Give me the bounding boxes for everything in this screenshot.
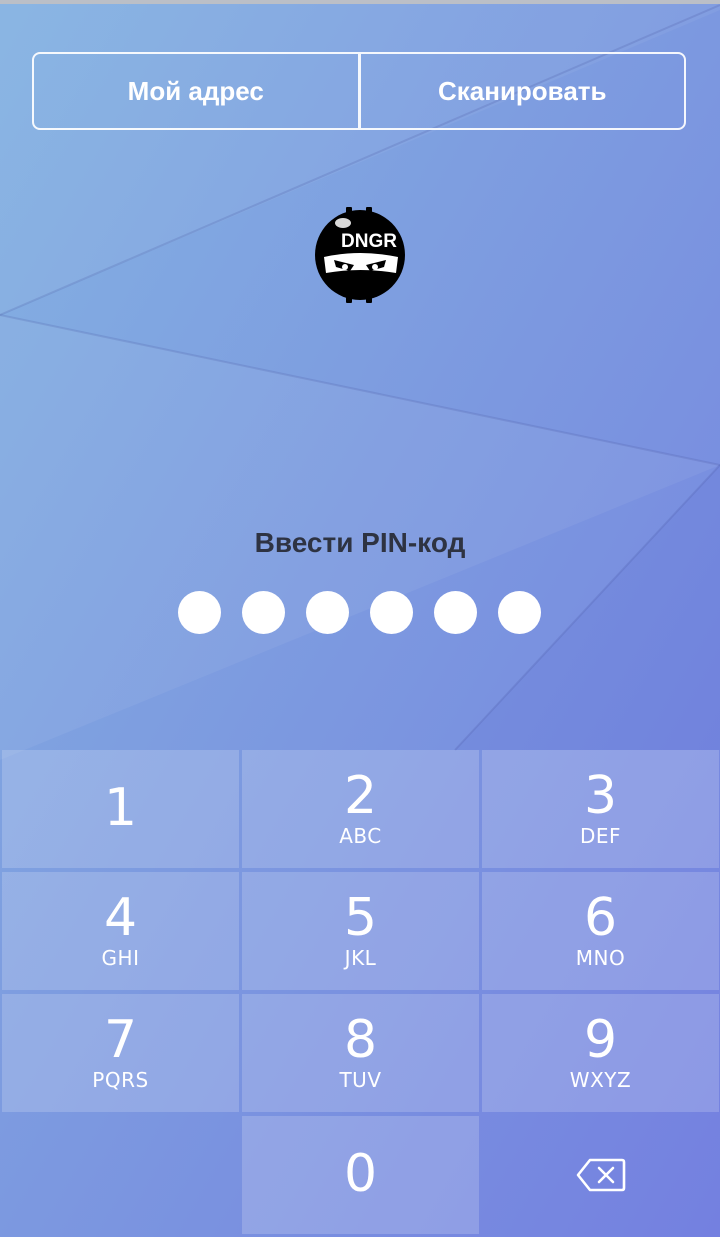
pin-dot [306, 591, 349, 634]
key-empty [2, 1116, 239, 1234]
key-letters: GHI [101, 946, 140, 970]
pin-dot [434, 591, 477, 634]
key-digit: 2 [343, 766, 378, 826]
header-segmented-control: Мой адрес Сканировать [32, 52, 686, 130]
backspace-icon [576, 1158, 625, 1192]
pin-dots [178, 591, 542, 635]
numeric-keypad: 1 2 ABC 3 DEF 4 GHI 5 JKL 6 MNO 7 PQRS 8… [0, 750, 720, 1237]
logo-text: DNGR [341, 231, 397, 252]
my-address-button[interactable]: Мой адрес [34, 54, 358, 128]
scan-button[interactable]: Сканировать [361, 54, 685, 128]
key-digit: 3 [583, 766, 618, 826]
key-letters: TUV [339, 1068, 382, 1092]
key-letters: WXYZ [569, 1068, 632, 1092]
key-digit: 6 [583, 888, 618, 948]
key-2[interactable]: 2 ABC [242, 750, 479, 868]
pin-dot [242, 591, 285, 634]
key-digit: 1 [103, 778, 138, 838]
backspace-button[interactable] [482, 1116, 719, 1234]
key-digit: 9 [583, 1010, 618, 1070]
key-letters: MNO [575, 946, 626, 970]
pin-dot [178, 591, 221, 634]
key-1[interactable]: 1 [2, 750, 239, 868]
key-8[interactable]: 8 TUV [242, 994, 479, 1112]
key-letters: DEF [579, 824, 622, 848]
key-7[interactable]: 7 PQRS [2, 994, 239, 1112]
key-digit: 5 [343, 888, 378, 948]
key-4[interactable]: 4 GHI [2, 872, 239, 990]
dngr-logo: DNGR [315, 207, 405, 303]
key-letters: PQRS [92, 1068, 149, 1092]
key-9[interactable]: 9 WXYZ [482, 994, 719, 1112]
pin-dot [370, 591, 413, 634]
key-digit: 4 [103, 888, 138, 948]
pin-title: Ввести PIN-код [254, 527, 466, 558]
key-6[interactable]: 6 MNO [482, 872, 719, 990]
pin-dot [498, 591, 541, 634]
key-5[interactable]: 5 JKL [242, 872, 479, 990]
key-letters: JKL [344, 946, 377, 970]
key-letters: ABC [339, 824, 382, 848]
key-0[interactable]: 0 [242, 1116, 479, 1234]
key-digit: 7 [103, 1010, 138, 1070]
key-3[interactable]: 3 DEF [482, 750, 719, 868]
key-digit: 8 [343, 1010, 378, 1070]
key-digit: 0 [343, 1144, 378, 1204]
